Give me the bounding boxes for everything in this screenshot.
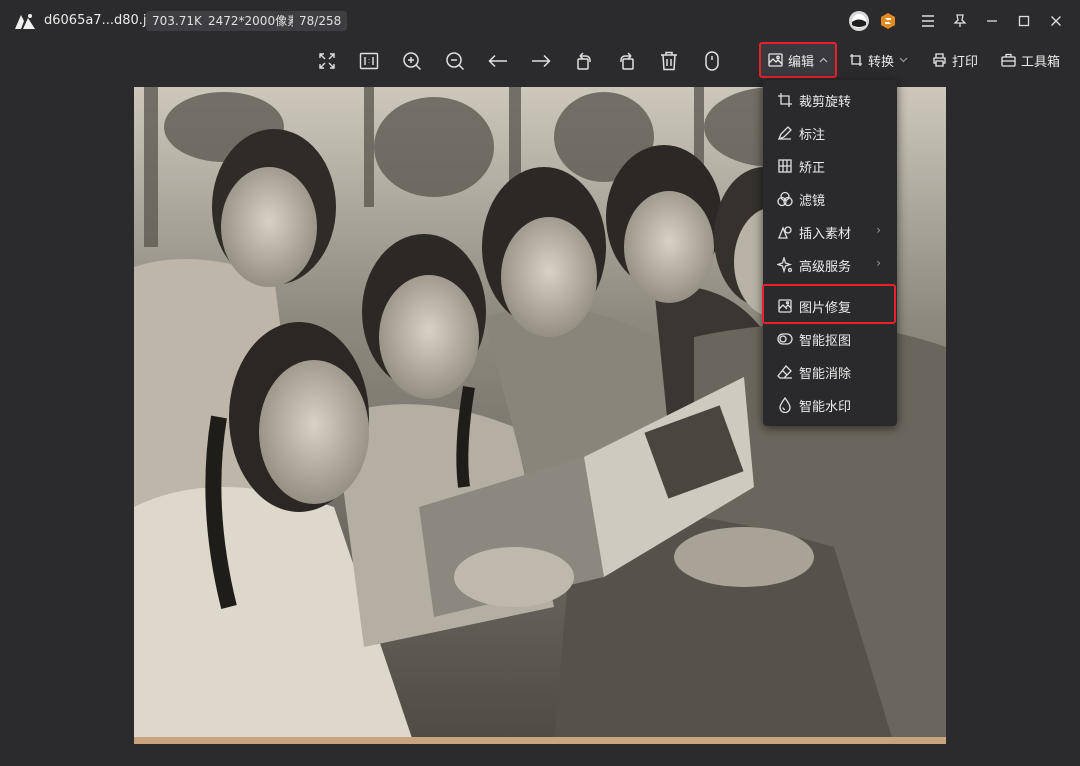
annotate-icon [777, 126, 792, 141]
rotate-right-icon[interactable] [614, 48, 640, 74]
highlight-box [762, 284, 896, 324]
print-label: 打印 [952, 54, 979, 70]
user-avatar[interactable] [848, 10, 870, 32]
delete-icon[interactable] [656, 48, 682, 74]
title-bar: d6065a7...d80.jpg 703.71K 2472*2000像素 78… [0, 0, 1080, 42]
crop-rotate-icon [778, 93, 792, 107]
chevron-down-icon [899, 57, 908, 63]
edit-button[interactable]: 编辑 [759, 42, 837, 78]
menu-item-correct[interactable]: 矫正 [763, 150, 897, 182]
print-button[interactable]: 打印 [932, 46, 978, 74]
vip-badge-icon[interactable] [878, 11, 898, 31]
mouse-icon[interactable] [699, 48, 725, 74]
smart-watermark-icon [779, 397, 791, 413]
insert-material-icon [778, 226, 792, 239]
zoom-in-icon[interactable] [399, 48, 425, 74]
smart-cutout-icon [777, 333, 793, 345]
menu-item-label: 裁剪旋转 [799, 95, 852, 110]
menu-item-advanced-service[interactable]: 高级服务 › [763, 249, 897, 281]
image-dimensions-badge: 2472*2000像素 [202, 11, 306, 31]
menu-item-label: 智能消除 [799, 367, 852, 382]
edit-dropdown-menu: 裁剪旋转 标注 矫正 滤镜 插入素材 › 高级服务 › 图片修复 智能抠图 智能… [763, 80, 897, 426]
app-logo-icon [15, 14, 35, 29]
menu-item-smart-erase[interactable]: 智能消除 [763, 356, 897, 388]
maximize-icon[interactable] [1014, 11, 1034, 31]
convert-icon [850, 54, 862, 66]
menu-item-label: 插入素材 [799, 227, 852, 242]
menu-item-smart-cutout[interactable]: 智能抠图 [763, 323, 897, 355]
rotate-left-icon[interactable] [571, 48, 597, 74]
toolbox-button[interactable]: 工具箱 [1001, 46, 1060, 74]
toolbox-icon [1001, 53, 1016, 67]
menu-item-label: 标注 [799, 128, 826, 143]
smart-erase-icon [777, 365, 792, 379]
actual-size-icon[interactable] [356, 48, 382, 74]
menu-item-label: 矫正 [799, 161, 826, 176]
correct-icon [778, 159, 792, 173]
close-icon[interactable] [1046, 11, 1066, 31]
menu-icon[interactable] [918, 11, 938, 31]
menu-item-crop-rotate[interactable]: 裁剪旋转 [763, 84, 897, 116]
menu-item-label: 滤镜 [799, 194, 826, 209]
printer-icon [933, 53, 946, 67]
menu-item-filter[interactable]: 滤镜 [763, 183, 897, 215]
pin-icon[interactable] [950, 11, 970, 31]
menu-item-annotate[interactable]: 标注 [763, 117, 897, 149]
image-edit-icon [768, 53, 783, 67]
fit-screen-icon[interactable] [314, 48, 340, 74]
menu-item-label: 智能抠图 [799, 334, 852, 349]
minimize-icon[interactable] [982, 11, 1002, 31]
menu-item-insert-material[interactable]: 插入素材 › [763, 216, 897, 248]
menu-item-label: 智能水印 [799, 400, 852, 415]
menu-item-label: 高级服务 [799, 260, 852, 275]
menu-item-smart-watermark[interactable]: 智能水印 [763, 389, 897, 421]
zoom-out-icon[interactable] [442, 48, 468, 74]
chevron-right-icon: › [876, 223, 881, 237]
chevron-right-icon: › [876, 256, 881, 270]
convert-button[interactable]: 转换 [849, 46, 913, 74]
previous-arrow-icon[interactable] [485, 48, 511, 74]
filter-icon [777, 191, 793, 207]
next-arrow-icon[interactable] [528, 48, 554, 74]
page-counter-badge: 78/258 [293, 11, 348, 31]
edit-label: 编辑 [787, 54, 814, 70]
advanced-service-icon [777, 257, 793, 273]
chevron-up-icon [819, 57, 828, 63]
toolbox-label: 工具箱 [1021, 54, 1061, 70]
file-size-badge: 703.71K [146, 11, 208, 31]
convert-label: 转换 [868, 54, 895, 70]
